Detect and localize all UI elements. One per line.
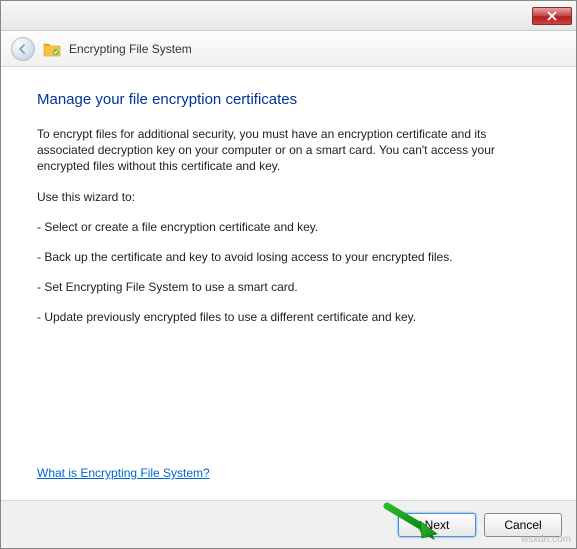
watermark: wsxdn.com — [521, 534, 571, 545]
list-item: - Set Encrypting File System to use a sm… — [37, 279, 540, 295]
use-wizard-text: Use this wizard to: — [37, 189, 540, 205]
page-heading: Manage your file encryption certificates — [37, 91, 540, 108]
list-item: - Back up the certificate and key to avo… — [37, 249, 540, 265]
header-bar: Encrypting File System — [1, 31, 576, 67]
titlebar — [1, 1, 576, 31]
content-area: Manage your file encryption certificates… — [1, 67, 576, 500]
efs-folder-icon — [43, 41, 61, 57]
back-button — [11, 37, 35, 61]
footer-bar: Next Cancel — [1, 500, 576, 548]
list-item: - Select or create a file encryption cer… — [37, 219, 540, 235]
window-title: Encrypting File System — [69, 42, 192, 56]
help-link[interactable]: What is Encrypting File System? — [37, 466, 210, 480]
close-icon — [547, 11, 557, 21]
close-button[interactable] — [532, 7, 572, 25]
list-item: - Update previously encrypted files to u… — [37, 309, 540, 325]
next-button[interactable]: Next — [398, 513, 476, 537]
intro-text: To encrypt files for additional security… — [37, 126, 540, 175]
cancel-button[interactable]: Cancel — [484, 513, 562, 537]
back-arrow-icon — [17, 43, 29, 55]
